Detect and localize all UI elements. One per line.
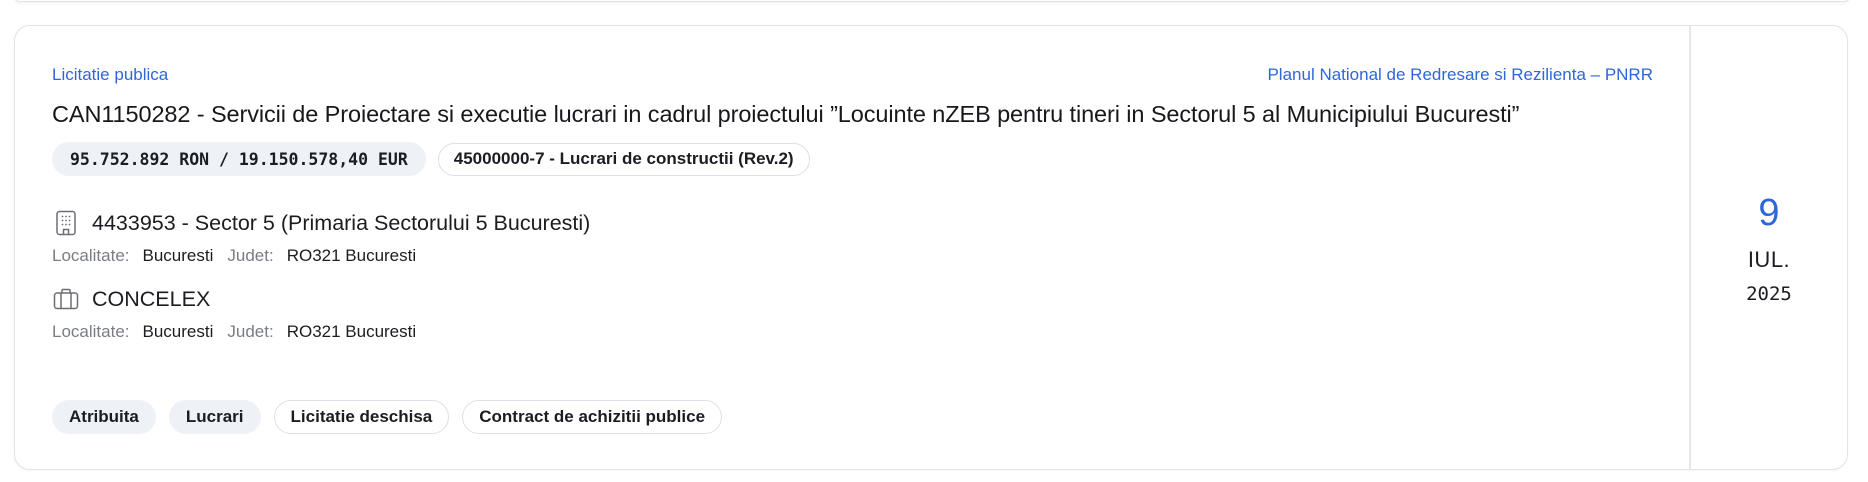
date-month: IUL. bbox=[1747, 246, 1791, 272]
authority-county-value: RO321 Bucuresti bbox=[286, 246, 417, 265]
notice-tags: Atribuita Lucrari Licitatie deschisa Con… bbox=[52, 400, 723, 434]
procedure-badge[interactable]: Licitatie deschisa bbox=[273, 400, 450, 434]
supplier-location: Localitate: Bucuresti Judet: RO321 Bucur… bbox=[52, 322, 1653, 346]
notice-title[interactable]: CAN1150282 - Servicii de Proiectare si e… bbox=[52, 98, 1653, 130]
authority-name-link[interactable]: 4433953 - Sector 5 (Primaria Sectorului … bbox=[92, 211, 590, 236]
notice-meta-row: Licitatie publica Planul National de Red… bbox=[52, 64, 1653, 86]
notice-card[interactable]: Licitatie publica Planul National de Red… bbox=[14, 25, 1848, 470]
supplier-locality-value: Bucuresti bbox=[142, 322, 214, 341]
supplier-county-label: Judet: bbox=[227, 322, 274, 341]
supplier-name-link[interactable]: CONCELEX bbox=[92, 287, 210, 312]
publication-date: 9 IUL. 2025 bbox=[1689, 26, 1847, 469]
previous-card-edge bbox=[14, 0, 1850, 2]
authority-locality-value: Bucuresti bbox=[142, 246, 214, 265]
contract-value-chip: 95.752.892 RON / 19.150.578,40 EUR bbox=[52, 142, 426, 176]
contracting-authority: 4433953 - Sector 5 (Primaria Sectorului … bbox=[52, 208, 1653, 238]
supplier-county-value: RO321 Bucuresti bbox=[286, 322, 417, 341]
building-icon bbox=[52, 209, 80, 237]
date-day: 9 bbox=[1758, 191, 1780, 234]
cpv-code-chip[interactable]: 45000000-7 - Lucrari de constructii (Rev… bbox=[437, 142, 810, 176]
contract-type-badge[interactable]: Contract de achizitii publice bbox=[462, 400, 723, 434]
authority-location: Localitate: Bucuresti Judet: RO321 Bucur… bbox=[52, 246, 1653, 270]
supplier-locality-label: Localitate: bbox=[52, 322, 130, 341]
authority-locality-label: Localitate: bbox=[52, 246, 130, 265]
procedure-type-link[interactable]: Licitatie publica bbox=[52, 65, 168, 85]
notice-details: Licitatie publica Planul National de Red… bbox=[15, 26, 1689, 469]
winning-supplier: CONCELEX bbox=[52, 284, 1653, 314]
briefcase-icon bbox=[52, 285, 80, 313]
category-badge: Lucrari bbox=[168, 400, 261, 434]
funding-source-link[interactable]: Planul National de Redresare si Rezilien… bbox=[1267, 65, 1653, 85]
status-badge: Atribuita bbox=[52, 400, 156, 434]
date-year: 2025 bbox=[1746, 282, 1792, 305]
authority-county-label: Judet: bbox=[227, 246, 274, 265]
notice-chips: 95.752.892 RON / 19.150.578,40 EUR 45000… bbox=[52, 142, 1653, 176]
